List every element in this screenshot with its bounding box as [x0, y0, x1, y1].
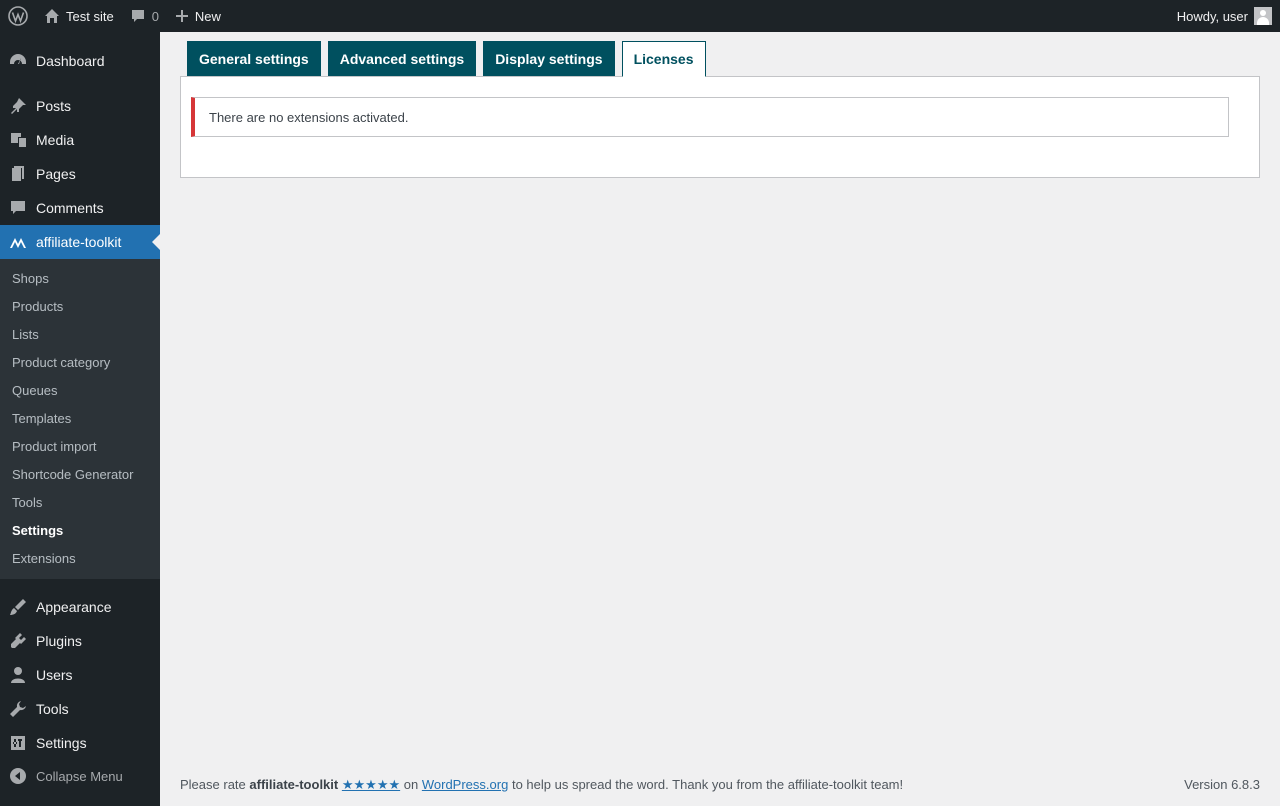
collapse-arrow-icon: [0, 767, 36, 785]
tab-display-settings[interactable]: Display settings: [483, 41, 615, 76]
menu-label-posts: Posts: [36, 98, 72, 114]
menu-item-settings[interactable]: Settings: [0, 726, 160, 760]
howdy-text: Howdy, user: [1176, 8, 1248, 24]
submenu-item-queues[interactable]: Queues: [12, 376, 160, 404]
home-icon: [44, 8, 60, 24]
menu-label-media: Media: [36, 132, 75, 148]
new-content-link[interactable]: New: [167, 0, 229, 32]
settings-sliders-icon: [0, 733, 36, 753]
wordpress-logo-icon[interactable]: [0, 0, 36, 32]
licenses-panel: There are no extensions activated.: [180, 76, 1260, 178]
comment-icon: [130, 8, 146, 24]
menu-item-affiliate-toolkit[interactable]: affiliate-toolkit: [0, 225, 160, 259]
footer-rating-text: Please rate affiliate-toolkit ★★★★★ on W…: [180, 777, 903, 793]
users-icon: [0, 665, 36, 685]
footer-suffix: to help us spread the word. Thank you fr…: [511, 777, 904, 792]
menu-item-plugins[interactable]: Plugins: [0, 624, 160, 658]
submenu-item-shortcode-generator[interactable]: Shortcode Generator: [12, 460, 160, 488]
menu-item-comments[interactable]: Comments: [0, 191, 160, 225]
affiliate-toolkit-icon: [0, 232, 36, 252]
submenu-item-templates[interactable]: Templates: [12, 404, 160, 432]
menu-item-tools[interactable]: Tools: [0, 692, 160, 726]
submenu-item-product-import[interactable]: Product import: [12, 432, 160, 460]
menu-label-dashboard: Dashboard: [36, 53, 105, 69]
settings-tabs: General settings Advanced settings Displ…: [187, 41, 713, 77]
admin-bar: Test site 0 New Howdy, user: [0, 0, 1280, 32]
submenu-item-shops[interactable]: Shops: [12, 264, 160, 292]
menu-label-tools: Tools: [36, 701, 69, 717]
wordpress-org-link[interactable]: WordPress.org: [422, 777, 508, 792]
menu-item-appearance[interactable]: Appearance: [0, 590, 160, 624]
footer-prefix: Please rate: [180, 777, 246, 792]
new-label: New: [194, 8, 221, 24]
notice-text: There are no extensions activated.: [209, 109, 409, 125]
submenu-item-product-category[interactable]: Product category: [12, 348, 160, 376]
affiliate-toolkit-submenu: Shops Products Lists Product category Qu…: [0, 259, 160, 579]
submenu-item-extensions[interactable]: Extensions: [12, 544, 160, 572]
collapse-menu-button[interactable]: Collapse Menu: [0, 759, 160, 793]
menu-item-pages[interactable]: Pages: [0, 157, 160, 191]
comments-link[interactable]: 0: [122, 0, 167, 32]
submenu-item-settings[interactable]: Settings: [12, 516, 160, 544]
admin-menu: Dashboard Posts Media Pages Comments aff…: [0, 32, 160, 806]
pushpin-icon: [0, 96, 36, 116]
tab-general-settings[interactable]: General settings: [187, 41, 321, 76]
submenu-item-products[interactable]: Products: [12, 292, 160, 320]
tab-licenses[interactable]: Licenses: [621, 41, 706, 77]
media-icon: [0, 130, 36, 150]
menu-item-users[interactable]: Users: [0, 658, 160, 692]
submenu-item-tools[interactable]: Tools: [12, 488, 160, 516]
submenu-item-lists[interactable]: Lists: [12, 320, 160, 348]
comments-count: 0: [151, 8, 159, 24]
site-name-link[interactable]: Test site: [36, 0, 122, 32]
menu-item-media[interactable]: Media: [0, 123, 160, 157]
paintbrush-icon: [0, 597, 36, 617]
dashboard-icon: [0, 51, 36, 71]
menu-label-comments: Comments: [36, 200, 104, 216]
footer-plugin-name: affiliate-toolkit: [249, 777, 339, 792]
wrench-icon: [0, 699, 36, 719]
error-notice: There are no extensions activated.: [191, 97, 1229, 137]
menu-item-posts[interactable]: Posts: [0, 89, 160, 123]
site-name: Test site: [66, 8, 114, 24]
pages-icon: [0, 164, 36, 184]
menu-label-plugins: Plugins: [36, 633, 82, 649]
collapse-menu-label: Collapse Menu: [36, 768, 123, 784]
menu-label-settings: Settings: [36, 735, 87, 751]
plus-icon: [175, 9, 189, 23]
version-text: Version 6.8.3: [1184, 777, 1260, 792]
menu-label-appearance: Appearance: [36, 599, 112, 615]
rating-stars-link[interactable]: ★★★★★: [342, 777, 400, 792]
footer-on: on: [403, 777, 419, 792]
menu-label-users: Users: [36, 667, 73, 683]
tab-advanced-settings[interactable]: Advanced settings: [327, 41, 477, 76]
menu-label-pages: Pages: [36, 166, 76, 182]
menu-label-affiliate-toolkit: affiliate-toolkit: [36, 234, 122, 250]
comments-icon: [0, 198, 36, 218]
menu-item-dashboard[interactable]: Dashboard: [0, 44, 160, 78]
avatar: [1254, 7, 1272, 25]
my-account[interactable]: Howdy, user: [1177, 7, 1280, 25]
plugin-icon: [0, 631, 36, 651]
